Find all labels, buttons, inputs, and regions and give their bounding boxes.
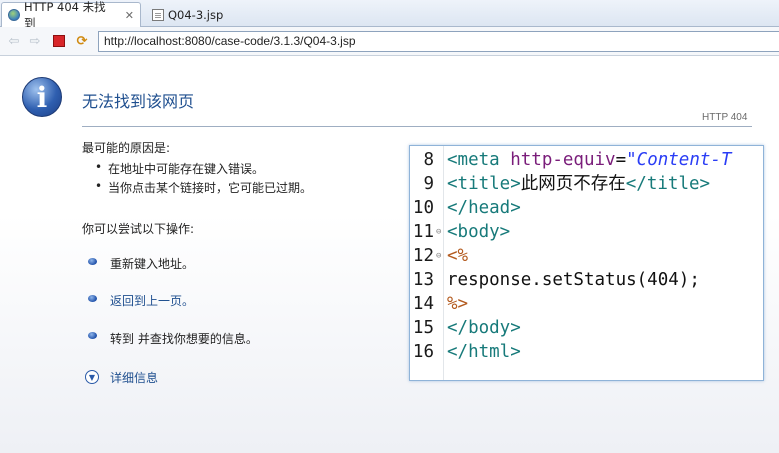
line-number: 15 (412, 318, 434, 338)
code-token: 此网页不存在 (520, 174, 626, 194)
reason-item: 在地址中可能存在键入错误。 (95, 160, 264, 177)
code-line: 9 <title>此网页不存在</title> (410, 172, 763, 196)
stop-icon[interactable] (52, 34, 66, 48)
line-number: 13 (412, 270, 434, 290)
globe-icon (8, 9, 20, 21)
code-line: 16 </html> (410, 340, 763, 364)
code-text: </head> (447, 196, 521, 220)
tab-http-404[interactable]: HTTP 404 未找到 ✕ (1, 0, 141, 30)
code-line: 11 ⊖ <body> (410, 220, 763, 244)
tab-q04-3-jsp[interactable]: Q04-3.jsp (146, 2, 236, 27)
status-code: HTTP 404 (702, 112, 748, 123)
code-token: </title> (625, 174, 711, 194)
code-token: response.setStatus(404); (447, 270, 700, 290)
code-editor-panel: 8 <meta http-equiv="Content-T 9 <title>此网页不… (409, 145, 764, 381)
code-token: <title> (447, 174, 521, 194)
code-line: 12 ⊖ <% (410, 244, 763, 268)
code-token: </body> (447, 318, 521, 338)
bullet-icon (88, 258, 97, 265)
browser-toolbar: ⇦ ⇨ ⟳ http://localhost:8080/case-code/3.… (0, 27, 779, 56)
bullet-icon (88, 295, 97, 302)
code-token: %> (447, 294, 469, 314)
line-number: 14 (412, 294, 434, 314)
reasons-heading: 最可能的原因是: (82, 141, 171, 155)
fold-icon[interactable]: ⊖ (436, 220, 441, 244)
code-token: </html> (447, 342, 521, 362)
browser-tab-bar: HTTP 404 未找到 ✕ Q04-3.jsp (0, 0, 779, 30)
code-text: %> (447, 292, 468, 316)
line-number: 11 (412, 222, 434, 242)
code-token: <body> (447, 222, 511, 242)
code-text: </html> (447, 340, 521, 364)
info-icon: i (22, 77, 62, 117)
reason-item: 当你点击某个链接时，它可能已过期。 (95, 179, 312, 196)
code-text: </body> (447, 316, 521, 340)
fold-icon[interactable]: ⊖ (436, 244, 441, 268)
more-info-link[interactable]: 详细信息 (110, 369, 158, 386)
code-line: 10 </head> (410, 196, 763, 220)
forward-arrow-icon[interactable]: ⇨ (28, 34, 42, 49)
line-number: 16 (412, 342, 434, 362)
search-info-item: 转到 并查找你想要的信息。 (110, 332, 258, 346)
go-back-link[interactable]: 返回到上一页。 (110, 292, 194, 309)
code-token: = (615, 150, 627, 170)
code-line: 14 %> (410, 292, 763, 316)
code-text: <body> (447, 220, 510, 244)
code-token: <meta (447, 150, 511, 170)
code-token: <% (447, 246, 469, 266)
code-token: </head> (447, 198, 521, 218)
code-line: 13 response.setStatus(404); (410, 268, 763, 292)
line-number: 8 (423, 150, 434, 170)
tab-label: Q04-3.jsp (168, 7, 224, 22)
address-bar[interactable]: http://localhost:8080/case-code/3.1.3/Q0… (98, 31, 779, 52)
try-heading: 你可以尝试以下操作: (82, 222, 195, 236)
jsp-file-icon (152, 8, 164, 21)
code-token: "Content-T (626, 150, 732, 170)
code-text: <meta http-equiv="Content-T (447, 148, 731, 172)
close-icon[interactable]: ✕ (125, 9, 134, 22)
retype-address-item: 重新键入地址。 (110, 257, 195, 271)
refresh-icon[interactable]: ⟳ (75, 34, 89, 49)
code-text: <title>此网页不存在</title> (447, 172, 710, 196)
title-divider (82, 126, 752, 127)
back-arrow-icon[interactable]: ⇦ (7, 34, 21, 49)
chevron-down-icon[interactable]: ▼ (85, 370, 99, 384)
line-number: 10 (412, 198, 434, 218)
line-number: 12 (412, 246, 434, 266)
bullet-icon (88, 332, 97, 339)
line-number: 9 (423, 174, 434, 194)
code-line: 15 </body> (410, 316, 763, 340)
code-text: <% (447, 244, 468, 268)
code-text: response.setStatus(404); (447, 268, 700, 292)
code-line: 8 <meta http-equiv="Content-T (410, 148, 763, 172)
page-title: 无法找到该网页 (82, 92, 195, 111)
code-token: http-equiv (510, 150, 616, 170)
